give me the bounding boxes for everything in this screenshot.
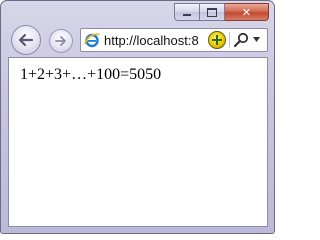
address-bar[interactable]: http://localhost:8: [80, 28, 268, 52]
back-button[interactable]: [11, 25, 41, 55]
maximize-button[interactable]: [200, 3, 225, 21]
forward-arrow-icon: [55, 36, 66, 46]
search-icon[interactable]: [233, 32, 251, 48]
caption-buttons: ✕: [174, 3, 269, 23]
back-arrow-icon: [18, 33, 34, 47]
browser-window: ✕ http://localhost:8 1+2+3+…+100=5050: [0, 0, 275, 234]
close-button[interactable]: ✕: [225, 3, 269, 21]
url-text[interactable]: http://localhost:8: [104, 33, 204, 49]
page-content: 1+2+3+…+100=5050: [8, 57, 268, 227]
compatibility-view-icon[interactable]: [208, 31, 226, 49]
forward-button[interactable]: [49, 29, 73, 53]
address-separator: [229, 32, 230, 48]
sum-result-text: 1+2+3+…+100=5050: [20, 66, 162, 83]
minimize-icon: [183, 13, 191, 16]
close-icon: ✕: [241, 5, 252, 19]
ie-page-icon: [84, 33, 100, 48]
minimize-button[interactable]: [174, 3, 200, 21]
chevron-down-icon[interactable]: [253, 37, 260, 42]
maximize-icon: [207, 7, 217, 17]
